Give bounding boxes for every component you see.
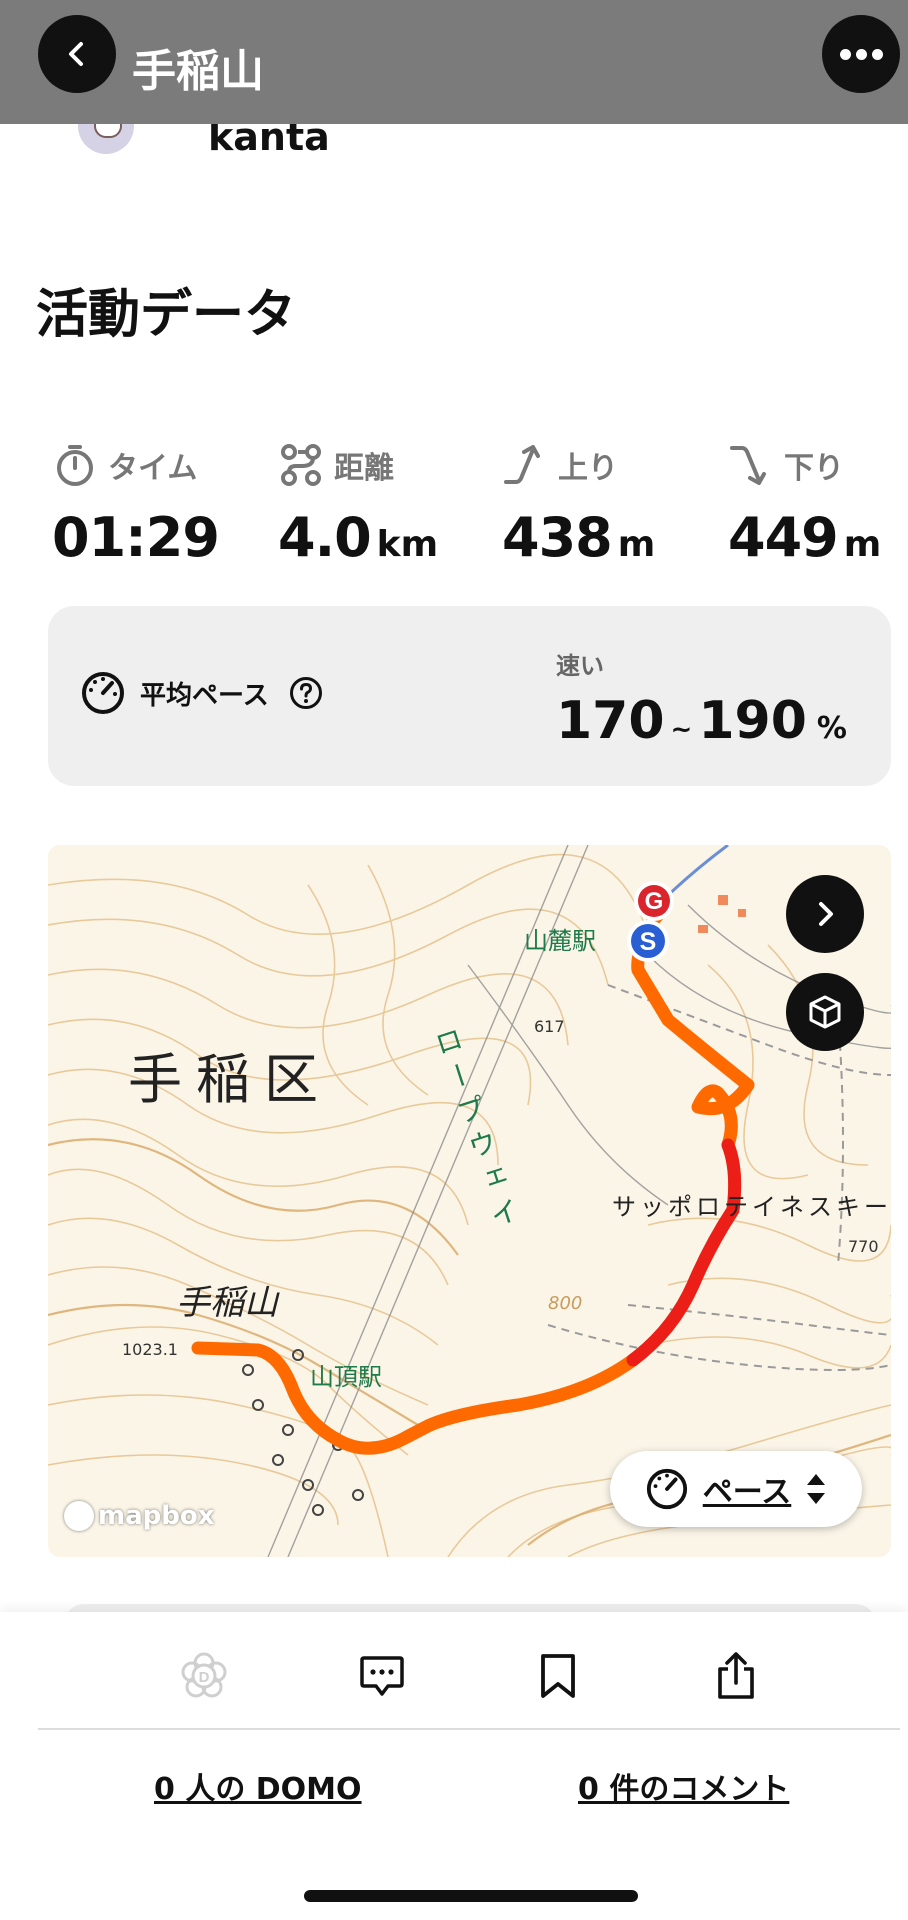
map-ski-area-label: サッポロテイネスキー [612,1193,891,1221]
comment-bubble-icon [360,1656,404,1696]
map-station-top: 山頂駅 [310,1363,382,1391]
mapbox-attribution[interactable]: mapbox [64,1501,215,1531]
pace-min-value: 170 [556,691,665,751]
more-options-button[interactable] [822,15,900,93]
chevron-left-icon [69,42,83,66]
domo-button[interactable]: D [174,1646,234,1706]
map-area-label: 手稲区 [128,1048,332,1111]
speedometer-icon [646,1468,687,1510]
map-contour-800: 800 [548,1293,583,1314]
map-summit-elevation: 1023.1 [122,1340,178,1359]
ascent-arrow-icon [504,445,540,484]
more-dot-icon [855,48,867,60]
pace-speed-label: 速い [556,652,604,680]
stat-descent-label: 下り [784,451,844,486]
domo-flower-icon: D [181,1652,227,1698]
pace-range-separator: ~ [670,715,693,745]
stat-descent-unit: m [843,524,882,565]
stat-ascent-unit: m [617,524,656,565]
stat-time: タイム 01:29 [52,438,262,569]
stat-distance-value: 4.0 [278,506,372,569]
map-color-mode-selector[interactable]: ペース [610,1451,862,1527]
map-elevation-770: 770 [848,1237,879,1256]
stat-descent-value: 449 [728,506,839,569]
chevron-right-icon [819,902,833,926]
average-pace-label: 平均ペース [140,680,269,711]
stat-ascent-label: 上り [558,451,618,486]
stat-ascent: 上り 438 m [502,438,712,569]
map-summit-label: 手稲山 [176,1283,278,1323]
stat-time-label: タイム [108,451,198,486]
comment-button[interactable] [352,1646,412,1706]
route-icon [281,444,321,486]
pace-unit: % [816,711,847,746]
toolbar-divider [38,1728,900,1730]
cube-icon [809,995,841,1029]
top-bar: 手稲山 [0,0,908,124]
back-button[interactable] [38,15,116,93]
start-marker: S [627,920,669,962]
mapbox-attribution-text: mapbox [98,1501,215,1531]
bookmark-button[interactable] [528,1646,588,1706]
activity-detail-screen: kanta 手稲山 活動データ タイム 01:29 距離 4.0 km 上り 4… [0,0,908,1920]
stat-distance-unit: km [376,524,439,565]
pace-max-value: 190 [698,691,807,751]
activity-data-heading: 活動データ [36,285,297,345]
route-map[interactable]: G S 手稲区 手稲山 1023.1 山麓駅 山頂駅 ロープウェイ サッポロテイ… [48,845,891,1557]
map-elevation-617: 617 [534,1017,565,1036]
stat-distance-label: 距離 [334,451,394,486]
map-color-mode-label: ペース [702,1475,792,1510]
share-button[interactable] [706,1646,766,1706]
map-next-button[interactable] [786,875,864,953]
svg-text:S: S [640,928,657,956]
more-dot-icon [839,48,851,60]
stat-ascent-value: 438 [502,506,613,569]
question-circle-icon[interactable] [289,676,323,710]
more-dot-icon [871,48,883,60]
domo-count-link[interactable]: 0 人の DOMO [154,1764,362,1808]
map-station-base: 山麓駅 [524,927,596,955]
bottom-action-bar: D 0 人の DOMO 0 件のコメント [0,1612,908,1920]
svg-text:G: G [645,888,664,915]
bookmark-icon [541,1654,575,1698]
map-3d-button[interactable] [786,973,864,1051]
comment-count-link[interactable]: 0 件のコメント [578,1764,789,1808]
stat-distance: 距離 4.0 km [278,438,488,569]
page-title: 手稲山 [132,46,264,97]
stat-time-value: 01:29 [52,506,220,569]
sort-arrows-icon [807,1474,826,1504]
speedometer-icon [82,672,124,714]
stat-descent: 下り 449 m [728,438,908,569]
share-icon [718,1652,754,1699]
stopwatch-icon [57,445,93,486]
descent-arrow-icon [730,446,766,485]
svg-text:D: D [199,1669,210,1686]
mapbox-logo-icon [64,1501,94,1531]
average-pace-card: 平均ペース 速い 170 ~190% [48,606,891,786]
home-indicator[interactable] [304,1890,638,1902]
goal-marker: G [634,881,674,921]
